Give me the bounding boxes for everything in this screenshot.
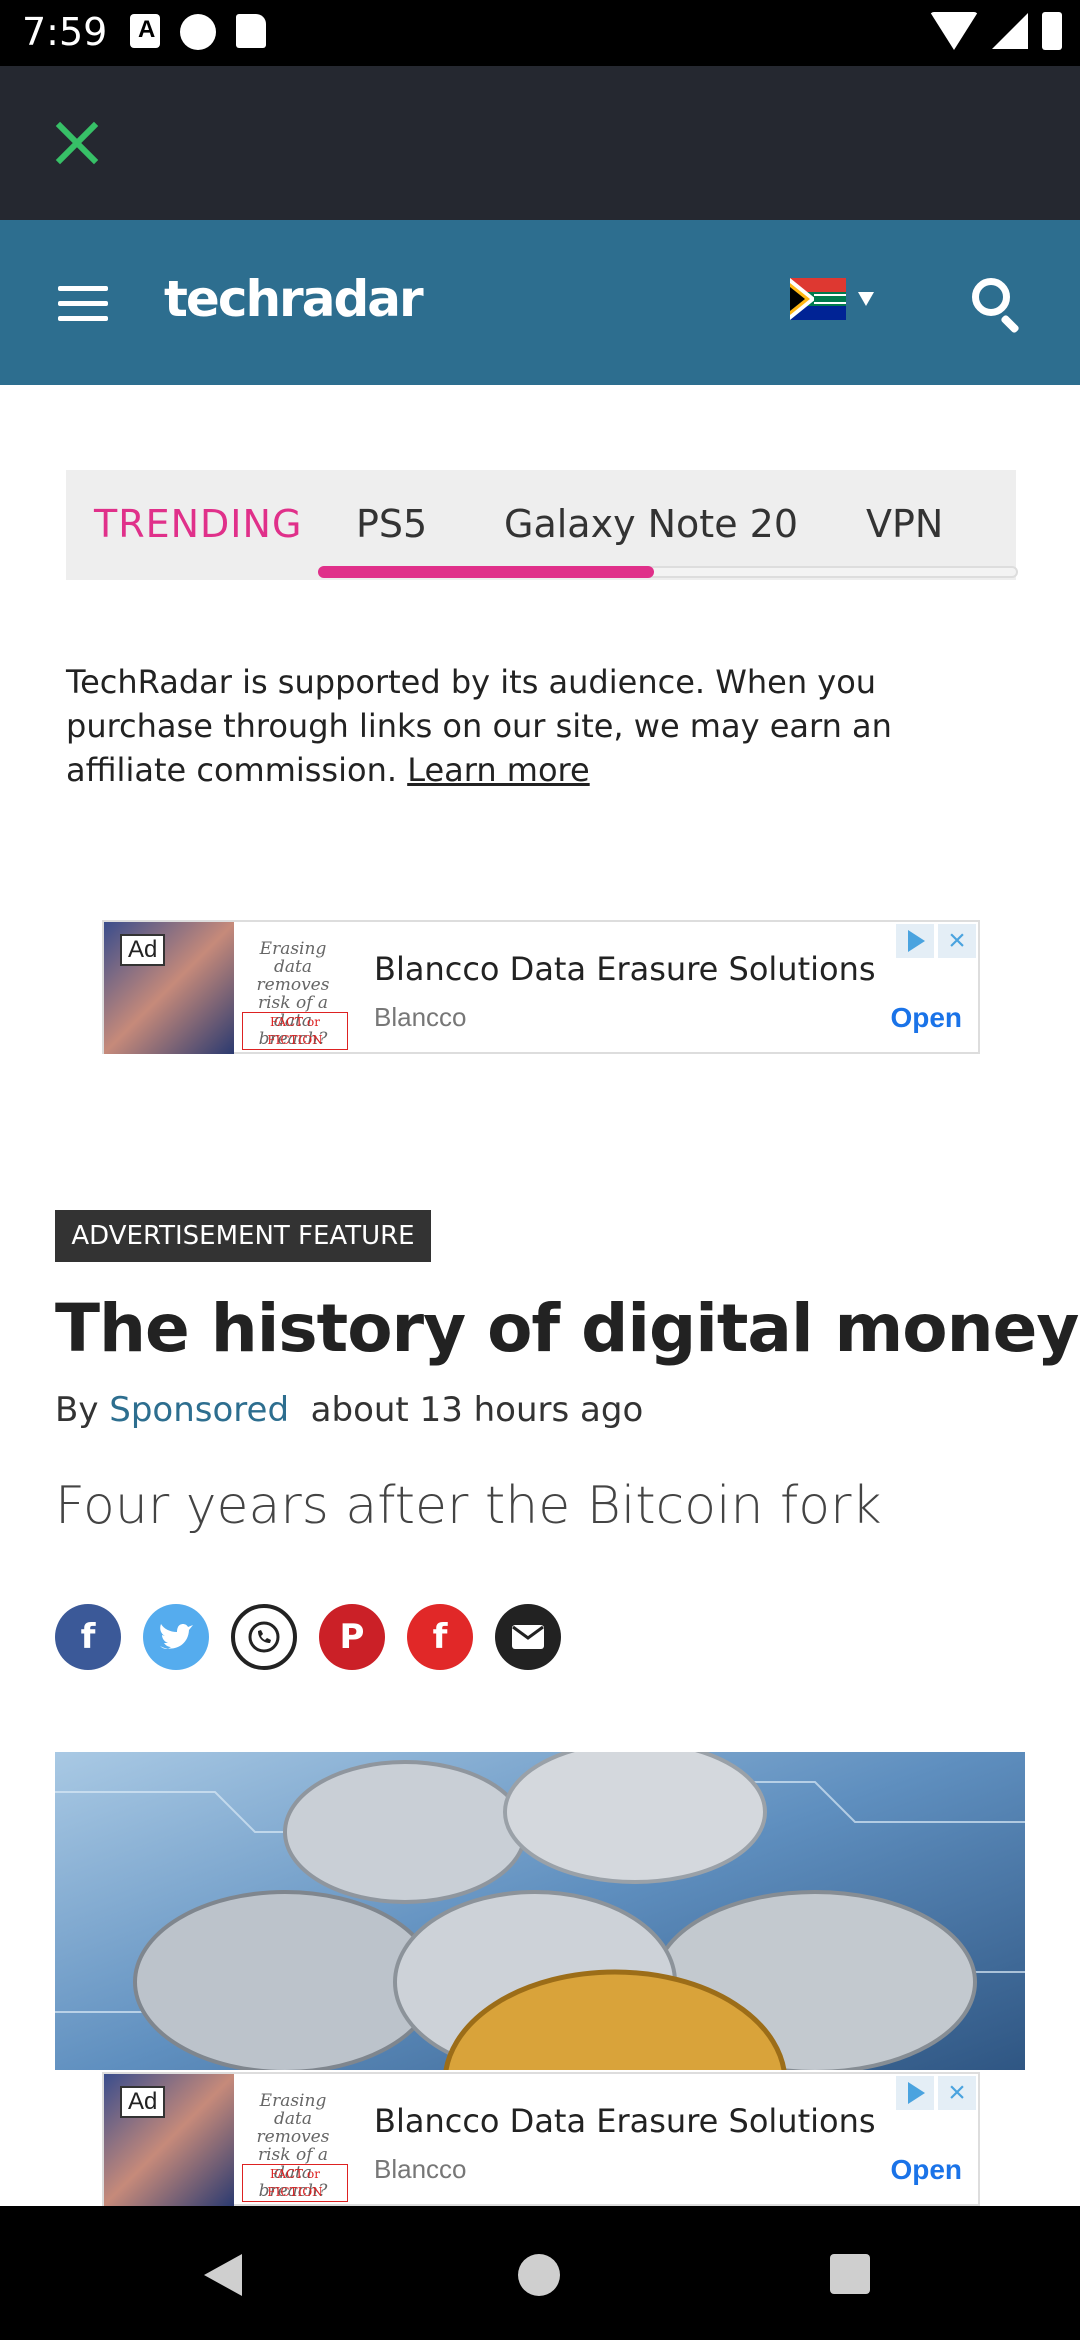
twitter-share-icon[interactable] [143,1604,209,1670]
ad-advertiser: Blancco [374,1002,467,1032]
whatsapp-share-icon[interactable] [231,1604,297,1670]
system-nav-bar [0,2206,1080,2340]
facebook-share-icon[interactable]: f [55,1604,121,1670]
trending-scrollbar-thumb[interactable] [318,566,654,578]
overlay-close-bar [0,66,1080,220]
menu-icon[interactable] [58,286,108,322]
byline-by: By [55,1390,99,1430]
article-hero-image [55,1752,1025,2070]
home-icon[interactable] [518,2254,560,2296]
notification-icons [130,14,266,50]
sd-card-icon [236,14,266,48]
flipboard-share-icon[interactable]: f [407,1604,473,1670]
adchoices-icon[interactable] [896,924,934,958]
adchoices-icon[interactable] [896,2076,934,2110]
ad-badge: Ad [120,2086,166,2118]
advertisement-feature-tag: ADVERTISEMENT FEATURE [55,1210,431,1262]
ad-badge: Ad [120,934,166,966]
system-icons [930,12,1062,50]
site-logo[interactable]: techradar [164,270,424,328]
search-icon[interactable] [970,276,1026,334]
battery-icon [1042,12,1062,50]
trending-item-vpn[interactable]: VPN [866,502,943,546]
ad-close-icon[interactable]: × [938,924,976,958]
author-link[interactable]: Sponsored [109,1390,289,1430]
pinterest-share-icon[interactable]: P [319,1604,385,1670]
affiliate-disclaimer: TechRadar is supported by its audience. … [66,660,1016,792]
wifi-icon [930,12,978,50]
ad-title[interactable]: Blancco Data Erasure Solutions [374,2102,876,2140]
ad-title[interactable]: Blancco Data Erasure Solutions [374,950,876,988]
signal-icon [992,13,1028,49]
ad-promo-image: Erasing data removes risk of a data brea… [238,2078,348,2204]
article-time: about 13 hours ago [310,1390,644,1430]
article-headline: The history of digital money [55,1290,1079,1367]
status-time: 7:59 [22,10,108,54]
ad-banner[interactable]: Ad Erasing data removes risk of a data b… [102,2072,980,2206]
trending-item-galaxy-note-20[interactable]: Galaxy Note 20 [504,502,798,546]
ad-open-button[interactable]: Open [890,2154,962,2186]
trending-item-ps5[interactable]: PS5 [356,502,427,546]
pocket-icon [180,14,216,50]
ad-close-icon[interactable]: × [938,2076,976,2110]
ad-banner[interactable]: Ad Erasing data removes risk of a data b… [102,920,980,1054]
email-share-icon[interactable] [495,1604,561,1670]
learn-more-link[interactable]: Learn more [407,751,590,789]
recent-apps-icon[interactable] [830,2254,870,2294]
south-africa-flag-icon[interactable] [790,278,846,320]
site-header: techradar [0,220,1080,385]
ad-promo-tag: FACT or FICTION [242,2164,348,2202]
trending-bar: TRENDING PS5 Galaxy Note 20 VPN [66,470,1018,580]
ad-open-button[interactable]: Open [890,1002,962,1034]
share-buttons: f P f [55,1604,561,1670]
region-dropdown-arrow-icon[interactable] [858,292,874,306]
close-icon[interactable] [54,120,100,166]
ad-promo-tag: FACT or FICTION [242,1012,348,1050]
article-subhead: Four years after the Bitcoin fork [55,1476,882,1536]
back-icon[interactable] [204,2254,242,2296]
ad-promo-image: Erasing data removes risk of a data brea… [238,926,348,1052]
trending-label: TRENDING [94,502,303,546]
a-notification-icon [130,14,160,48]
status-bar: 7:59 [0,0,1080,66]
ad-advertiser: Blancco [374,2154,467,2184]
article-byline: By Sponsored about 13 hours ago [55,1390,643,1430]
